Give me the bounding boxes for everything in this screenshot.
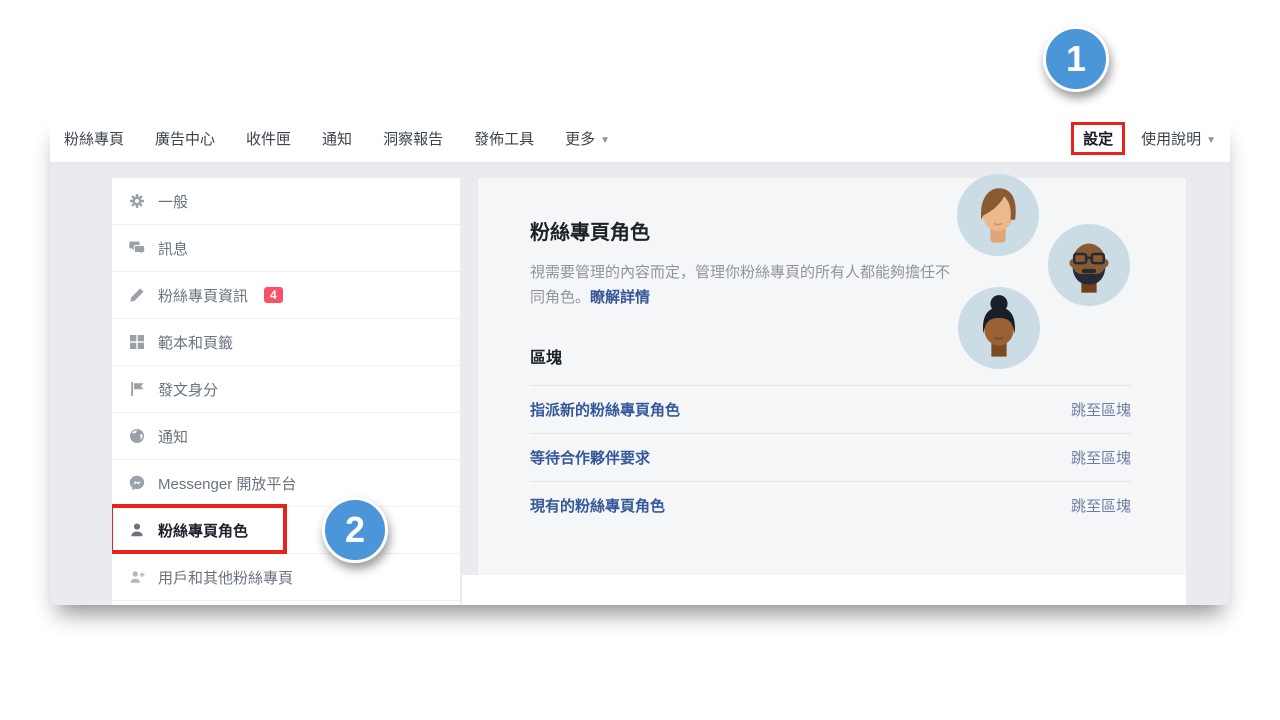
annotation-step-2: 2: [322, 497, 388, 563]
pencil-icon: [129, 287, 145, 303]
sidebar-item-label: 發文身分: [158, 379, 218, 400]
messenger-icon: [129, 475, 145, 491]
jump-to-section-link[interactable]: 跳至區塊: [1071, 447, 1131, 468]
nav-items: 粉絲專頁 廣告中心 收件匣 通知 洞察報告 發佈工具: [64, 128, 534, 149]
nav-item-2[interactable]: 收件匣: [246, 128, 291, 149]
person-add-icon: [129, 569, 145, 585]
page-description: 視需要管理的內容而定，管理你粉絲專頁的所有人都能夠擔任不同角色。瞭解詳情: [530, 260, 954, 310]
nav-item-settings[interactable]: 設定: [1071, 122, 1125, 155]
man-glasses-avatar: [1048, 224, 1130, 306]
sidebar-item-label: 範本和頁籤: [158, 332, 233, 353]
nav-more-label: 更多: [565, 131, 595, 148]
sections-list: 區塊 指派新的粉絲專頁角色跳至區塊等待合作夥伴要求跳至區塊現有的粉絲專頁角色跳至…: [530, 344, 1131, 529]
sidebar-item-8[interactable]: 用戶和其他粉絲專頁: [112, 554, 460, 601]
sidebar-item-label: 用戶和其他粉絲專頁: [158, 567, 293, 588]
sidebar-item-2[interactable]: 粉絲專頁資訊 4: [112, 272, 460, 319]
nav-item-5[interactable]: 發佈工具: [474, 128, 534, 149]
nav-item-help[interactable]: 使用說明 ▼: [1141, 128, 1216, 149]
sidebar-item-3[interactable]: 範本和頁籤: [112, 319, 460, 366]
nav-item-1[interactable]: 廣告中心: [155, 128, 215, 149]
nav-item-0[interactable]: 粉絲專頁: [64, 128, 124, 149]
nav-item-4[interactable]: 洞察報告: [383, 128, 443, 149]
sections-header: 區塊: [530, 344, 1131, 385]
chevron-down-icon: ▼: [600, 135, 610, 146]
jump-to-section-link[interactable]: 跳至區塊: [1071, 495, 1131, 516]
gear-icon: [129, 193, 145, 209]
sidebar-item-label: Messenger 開放平台: [158, 473, 296, 494]
page-roles-panel: 粉絲專頁角色 視需要管理的內容而定，管理你粉絲專頁的所有人都能夠擔任不同角色。瞭…: [478, 178, 1186, 575]
flag-icon: [129, 381, 145, 397]
sidebar-item-label: 訊息: [158, 238, 188, 259]
chevron-down-icon: ▼: [1206, 135, 1216, 146]
sidebar-item-label: 一般: [158, 191, 188, 212]
sidebar-item-0[interactable]: 一般: [112, 178, 460, 225]
help-label: 使用說明: [1141, 131, 1201, 148]
sidebar-item-5[interactable]: 通知: [112, 413, 460, 460]
person-icon: [129, 522, 145, 538]
sidebar-item-1[interactable]: 訊息: [112, 225, 460, 272]
sidebar-item-6[interactable]: Messenger 開放平台: [112, 460, 460, 507]
sidebar-item-7[interactable]: 粉絲專頁角色: [112, 507, 460, 554]
learn-more-link[interactable]: 瞭解詳情: [590, 289, 650, 306]
screenshot-stage: 粉絲專頁廣告中心收件匣通知洞察報告發佈工具 更多▼ 設定 使用說明▼ 一般訊息粉…: [0, 0, 1280, 720]
top-navigation-bar: 粉絲專頁 廣告中心 收件匣 通知 洞察報告 發佈工具 更多 ▼ 設定 使用說明 ▼: [50, 115, 1230, 163]
sidebar-item-label: 粉絲專頁角色: [158, 520, 248, 541]
nav-item-more[interactable]: 更多 ▼: [565, 128, 610, 149]
section-row-1: 等待合作夥伴要求 跳至區塊: [530, 433, 1131, 481]
templates-icon: [129, 334, 145, 350]
section-row-2: 現有的粉絲專頁角色 跳至區塊: [530, 481, 1131, 529]
woman-bun-avatar: [958, 287, 1040, 369]
jump-to-section-link[interactable]: 跳至區塊: [1071, 399, 1131, 420]
section-row-label[interactable]: 指派新的粉絲專頁角色: [530, 399, 680, 420]
sidebar-item-label: 粉絲專頁資訊: [158, 285, 248, 306]
settings-label: 設定: [1083, 131, 1113, 148]
nav-item-3[interactable]: 通知: [322, 128, 352, 149]
section-row-0: 指派新的粉絲專頁角色 跳至區塊: [530, 385, 1131, 433]
sidebar-item-4[interactable]: 發文身分: [112, 366, 460, 413]
messages-icon: [129, 240, 145, 256]
woman-bob-avatar: [957, 174, 1039, 256]
notification-badge: 4: [264, 287, 283, 303]
settings-sidebar: 一般訊息粉絲專頁資訊4範本和頁籤發文身分通知Messenger 開放平台粉絲專頁…: [112, 178, 460, 605]
globe-icon: [129, 428, 145, 444]
facebook-settings-window: 粉絲專頁廣告中心收件匣通知洞察報告發佈工具 更多▼ 設定 使用說明▼ 一般訊息粉…: [50, 115, 1230, 605]
next-section-strip: [462, 575, 1186, 605]
annotation-step-1: 1: [1043, 26, 1109, 92]
section-row-label[interactable]: 現有的粉絲專頁角色: [530, 495, 665, 516]
section-row-label[interactable]: 等待合作夥伴要求: [530, 447, 650, 468]
sidebar-item-label: 通知: [158, 426, 188, 447]
